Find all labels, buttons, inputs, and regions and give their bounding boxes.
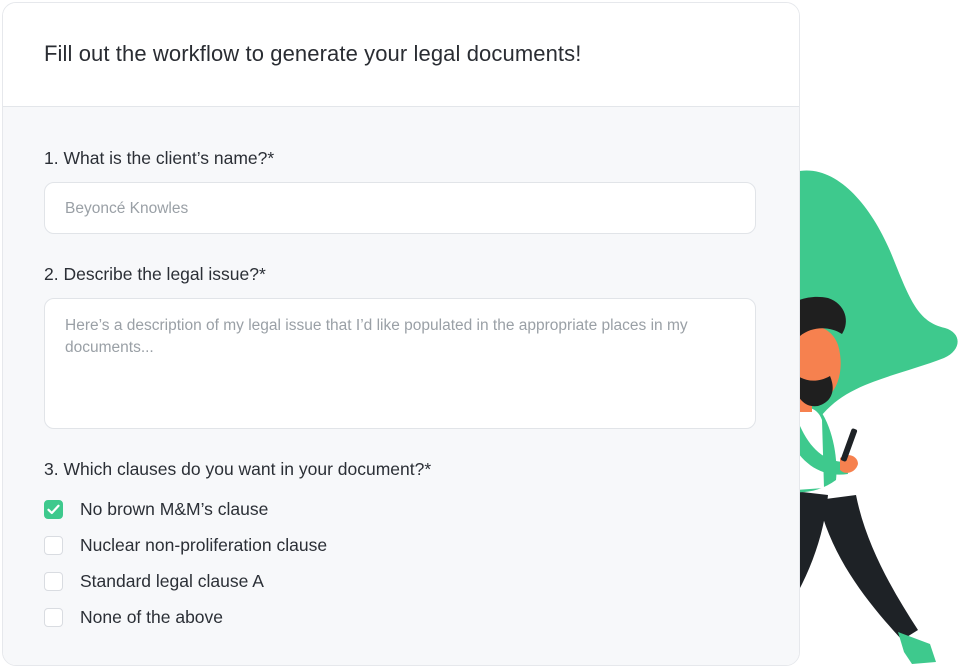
form-body: 1. What is the client’s name?* Beyoncé K… bbox=[3, 107, 799, 665]
legal-issue-textarea[interactable]: Here’s a description of my legal issue t… bbox=[44, 298, 756, 429]
clause-option-standard-a[interactable]: Standard legal clause A bbox=[44, 571, 264, 592]
client-name-placeholder: Beyoncé Knowles bbox=[65, 200, 189, 217]
workflow-form-card: Fill out the workflow to generate your l… bbox=[2, 2, 800, 666]
back-shoe bbox=[898, 632, 936, 664]
checkbox-unchecked[interactable] bbox=[44, 536, 63, 555]
checkbox-unchecked[interactable] bbox=[44, 572, 63, 591]
checkmark-icon bbox=[47, 504, 60, 515]
clause-option-label: Nuclear non-proliferation clause bbox=[80, 535, 328, 555]
card-header: Fill out the workflow to generate your l… bbox=[3, 3, 799, 107]
clause-option-no-brown-mms[interactable]: No brown M&M’s clause bbox=[44, 499, 268, 520]
client-name-input[interactable]: Beyoncé Knowles bbox=[44, 182, 756, 234]
clause-option-label: No brown M&M’s clause bbox=[80, 499, 269, 519]
clause-option-nuclear[interactable]: Nuclear non-proliferation clause bbox=[44, 535, 327, 556]
checkbox-checked[interactable] bbox=[44, 500, 63, 519]
question-legal-issue-label: 2. Describe the legal issue?* bbox=[44, 264, 266, 284]
clause-option-label: None of the above bbox=[80, 607, 224, 627]
back-leg bbox=[818, 495, 918, 640]
legal-issue-placeholder: Here’s a description of my legal issue t… bbox=[65, 317, 688, 356]
clause-option-none[interactable]: None of the above bbox=[44, 607, 223, 628]
checkbox-unchecked[interactable] bbox=[44, 608, 63, 627]
question-client-name-label: 1. What is the client’s name?* bbox=[44, 148, 275, 168]
clause-option-label: Standard legal clause A bbox=[80, 571, 264, 591]
question-clauses-label: 3. Which clauses do you want in your doc… bbox=[44, 459, 432, 479]
form-title: Fill out the workflow to generate your l… bbox=[44, 41, 582, 66]
